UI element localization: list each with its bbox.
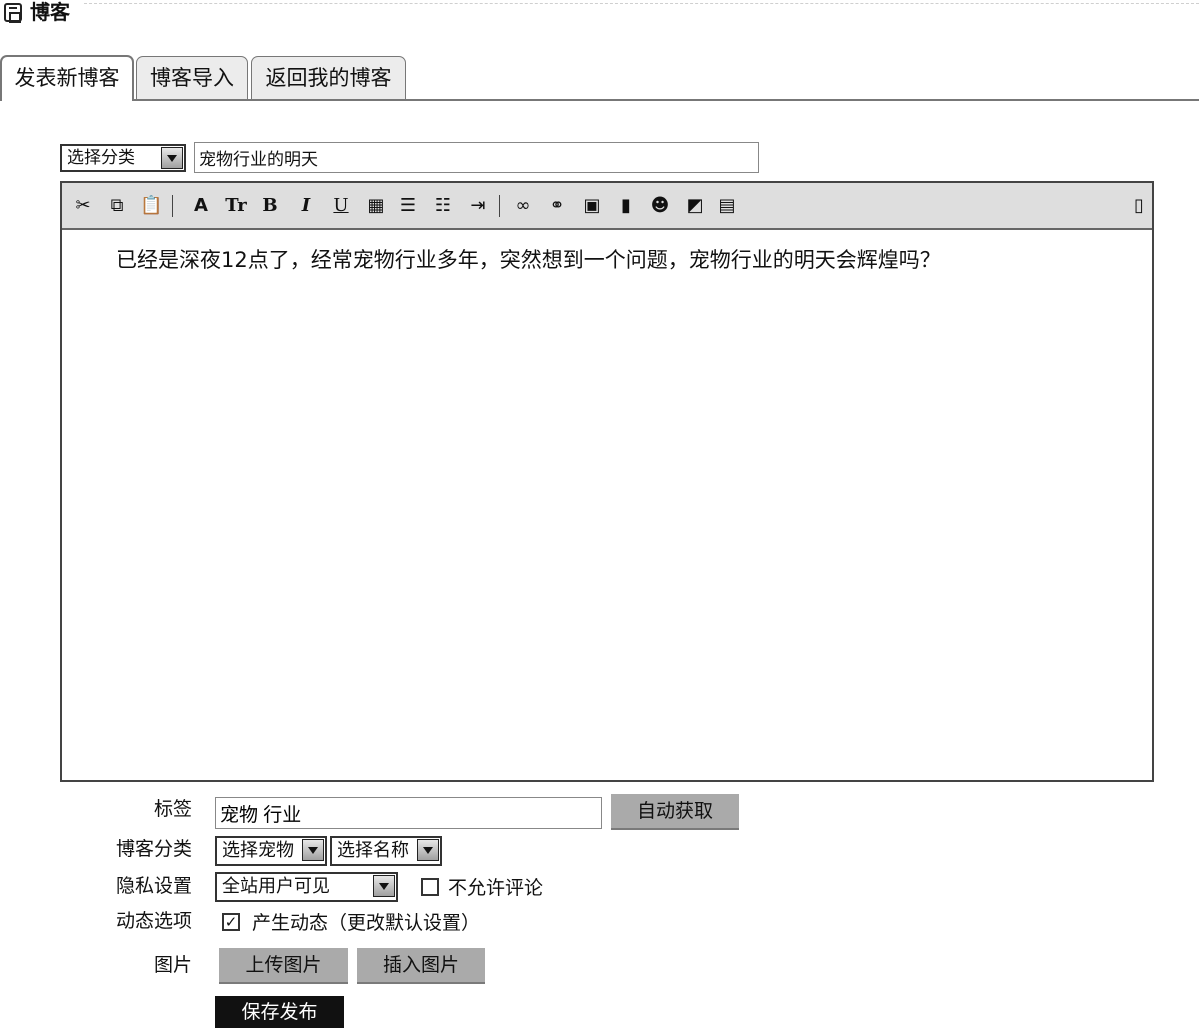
- editor-content[interactable]: 已经是深夜12点了，经常宠物行业多年，突然想到一个问题，宠物行业的明天会辉煌吗？: [116, 245, 941, 275]
- save-publish-button[interactable]: 保存发布: [215, 996, 344, 1028]
- chevron-down-icon[interactable]: [302, 839, 324, 861]
- title-input[interactable]: [194, 142, 759, 173]
- save-icon[interactable]: ▤: [716, 194, 738, 218]
- upload-image-button[interactable]: 上传图片: [219, 948, 348, 984]
- category-select[interactable]: 选择分类: [60, 144, 186, 172]
- link-icon[interactable]: ∞: [512, 194, 534, 218]
- activity-label: 动态选项: [115, 910, 192, 932]
- tab-baseline: [0, 99, 1199, 101]
- auto-fetch-button[interactable]: 自动获取: [611, 794, 739, 830]
- list-icon[interactable]: ☷: [432, 194, 454, 218]
- chevron-down-icon[interactable]: [373, 875, 395, 897]
- pet-select-value: 选择宠物: [222, 840, 294, 861]
- toolbar-separator: [172, 195, 173, 217]
- name-select[interactable]: 选择名称: [330, 836, 442, 866]
- header-divider: [84, 3, 1199, 4]
- tab-import[interactable]: 博客导入: [136, 56, 248, 99]
- tab-back-to-blog[interactable]: 返回我的博客: [251, 56, 406, 99]
- editor-toolbar: ✂ ⧉ 📋 A Tr B I U ▦ ☰ ☷ ⇥ ∞ ⚭ ▣ ▮ ☻ ◩ ▤ ▯: [62, 183, 1152, 230]
- chevron-down-icon[interactable]: [417, 839, 439, 861]
- unlink-icon[interactable]: ⚭: [546, 194, 568, 218]
- blog-category-label: 博客分类: [115, 838, 192, 860]
- insert-image-button[interactable]: 插入图片: [357, 948, 485, 984]
- page-header: 博客: [0, 0, 1199, 26]
- image-icon[interactable]: ▣: [581, 194, 603, 218]
- tab-bar: 发表新博客 博客导入 返回我的博客: [0, 55, 1199, 101]
- flash-icon[interactable]: ◩: [684, 194, 706, 218]
- font-size-icon[interactable]: Tr: [225, 194, 247, 218]
- name-select-value: 选择名称: [337, 840, 409, 861]
- copy-icon[interactable]: ⧉: [106, 194, 128, 218]
- privacy-select-value: 全站用户可见: [222, 876, 330, 897]
- toolbar-separator: [499, 195, 500, 217]
- tab-new-post[interactable]: 发表新博客: [0, 55, 134, 101]
- tags-input[interactable]: [215, 797, 602, 829]
- source-icon[interactable]: ▯: [1128, 194, 1150, 218]
- italic-icon[interactable]: I: [295, 194, 317, 218]
- underline-icon[interactable]: U: [330, 194, 352, 218]
- font-icon[interactable]: A: [190, 194, 212, 218]
- justify-icon[interactable]: ☰: [397, 194, 419, 218]
- blog-icon: [4, 3, 22, 23]
- pet-select[interactable]: 选择宠物: [215, 836, 327, 866]
- cut-icon[interactable]: ✂: [72, 194, 94, 218]
- no-comment-label: 不允许评论: [448, 877, 544, 899]
- tags-label: 标签: [153, 798, 192, 820]
- privacy-select[interactable]: 全站用户可见: [215, 872, 398, 902]
- bold-icon[interactable]: B: [259, 194, 281, 218]
- chevron-down-icon[interactable]: [161, 147, 183, 169]
- privacy-label: 隐私设置: [115, 875, 192, 897]
- emoticon-icon[interactable]: ☻: [649, 194, 671, 218]
- rich-text-editor[interactable]: ✂ ⧉ 📋 A Tr B I U ▦ ☰ ☷ ⇥ ∞ ⚭ ▣ ▮ ☻ ◩ ▤ ▯…: [60, 181, 1154, 782]
- page-title: 博客: [30, 0, 70, 24]
- activity-option-label: 产生动态（更改默认设置）: [252, 912, 481, 934]
- activity-checkbox[interactable]: ✓: [222, 913, 240, 931]
- video-icon[interactable]: ▮: [615, 194, 637, 218]
- indent-icon[interactable]: ⇥: [467, 194, 489, 218]
- image-label: 图片: [153, 954, 192, 976]
- paste-icon[interactable]: 📋: [140, 194, 162, 218]
- category-select-value: 选择分类: [67, 148, 135, 168]
- no-comment-checkbox[interactable]: [421, 878, 439, 896]
- align-icon[interactable]: ▦: [365, 194, 387, 218]
